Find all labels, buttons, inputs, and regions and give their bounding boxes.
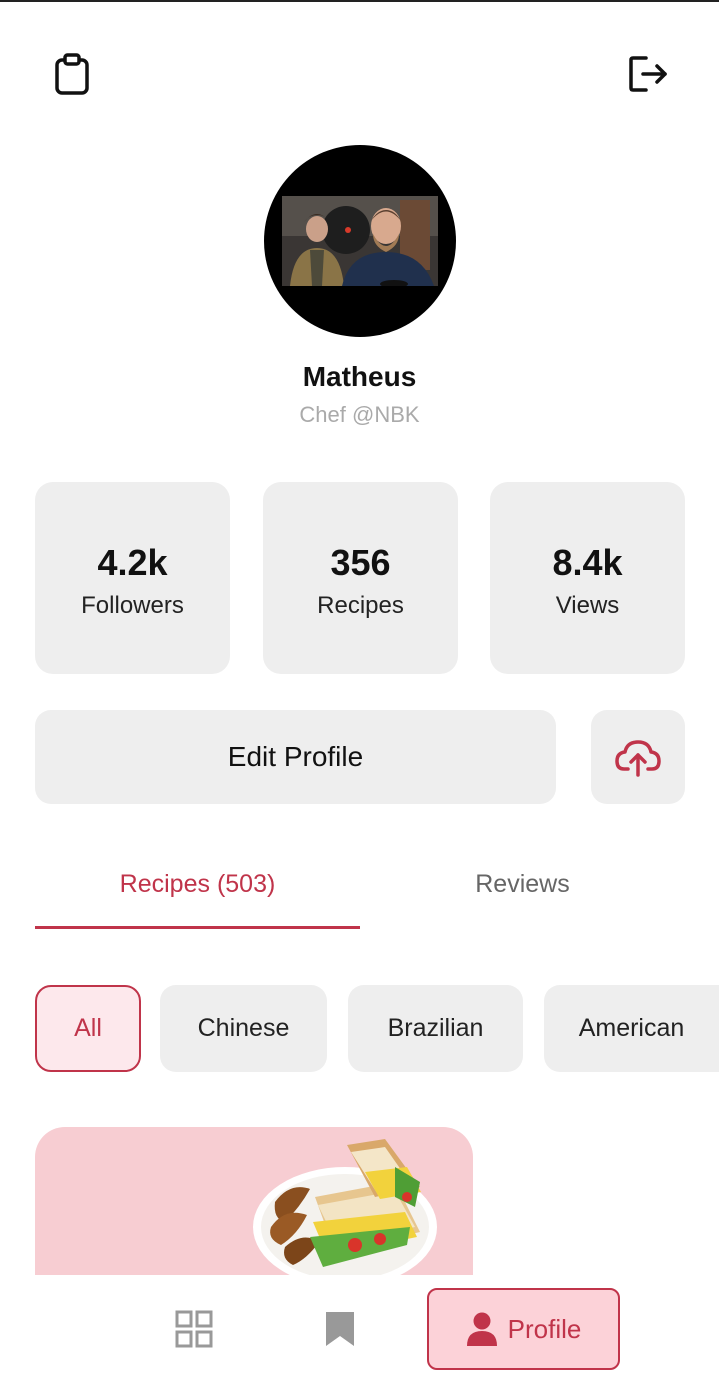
nav-profile-button[interactable]: Profile xyxy=(427,1288,620,1370)
avatar[interactable] xyxy=(264,145,456,337)
nav-bookmarks-button[interactable] xyxy=(316,1305,364,1353)
stat-followers[interactable]: 4.2k Followers xyxy=(35,482,230,674)
profile-role: Chef @NBK xyxy=(299,402,420,427)
category-chip-brazilian[interactable]: Brazilian xyxy=(348,985,523,1072)
category-chip-chinese[interactable]: Chinese xyxy=(160,985,327,1072)
upload-button[interactable] xyxy=(591,710,685,804)
clipboard-icon xyxy=(55,53,89,95)
bookmark-icon xyxy=(326,1312,354,1346)
top-border xyxy=(0,0,719,2)
profile-name: Matheus xyxy=(302,361,417,392)
stat-views[interactable]: 8.4k Views xyxy=(490,482,685,674)
clipboard-button[interactable] xyxy=(48,50,96,98)
cloud-upload-icon xyxy=(615,740,661,777)
tab-recipes[interactable]: Recipes (503) xyxy=(35,870,360,910)
grid-icon xyxy=(175,1310,213,1348)
stat-value: 356 xyxy=(330,542,391,583)
avatar-photo xyxy=(282,196,438,286)
nav-home-button[interactable] xyxy=(170,1305,218,1353)
stat-recipes[interactable]: 356 Recipes xyxy=(263,482,458,674)
person-icon xyxy=(466,1312,497,1346)
logout-icon xyxy=(629,56,667,92)
logout-button[interactable] xyxy=(622,50,674,98)
stat-value: 4.2k xyxy=(97,542,168,583)
category-chip-all[interactable]: All xyxy=(35,985,141,1072)
recipe-image xyxy=(253,1139,437,1275)
stat-label: Recipes xyxy=(317,592,404,619)
active-tab-indicator xyxy=(35,926,360,929)
stat-value: 8.4k xyxy=(552,542,623,583)
tab-reviews[interactable]: Reviews xyxy=(360,870,685,910)
bottom-navigation: Profile xyxy=(0,1275,719,1378)
recipe-card[interactable] xyxy=(35,1127,473,1275)
nav-profile-label: Profile xyxy=(507,1313,582,1344)
edit-profile-button[interactable]: Edit Profile xyxy=(35,710,556,804)
stat-label: Followers xyxy=(81,592,184,619)
stat-label: Views xyxy=(555,592,620,619)
category-chip-american[interactable]: American xyxy=(544,985,719,1072)
